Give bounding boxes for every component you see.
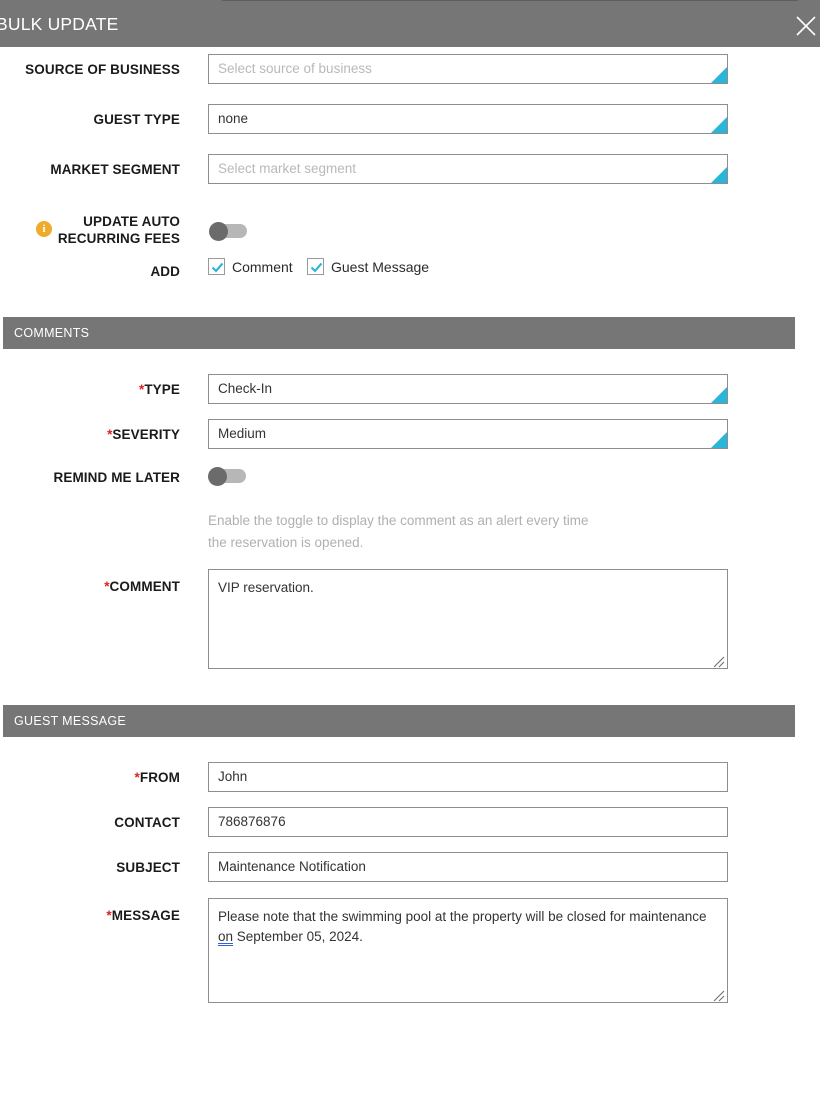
comment-severity-value: Medium bbox=[218, 426, 267, 441]
chevron-down-icon bbox=[711, 387, 727, 403]
chevron-down-icon bbox=[711, 67, 727, 83]
from-input[interactable]: John bbox=[208, 762, 728, 792]
label-comment-type-text: TYPE bbox=[144, 382, 180, 397]
chevron-down-icon bbox=[711, 432, 727, 448]
section-header-guest-message: GUEST MESSAGE bbox=[3, 705, 795, 737]
chevron-down-icon bbox=[711, 167, 727, 183]
checkbox-comment[interactable]: Comment bbox=[208, 258, 293, 275]
remind-me-later-helper-text: Enable the toggle to display the comment… bbox=[208, 510, 648, 554]
checkbox-guest-message-box bbox=[307, 258, 324, 275]
comment-type-value: Check-In bbox=[218, 381, 273, 396]
grammar-flagged-word[interactable]: on bbox=[218, 929, 233, 944]
resize-handle[interactable] bbox=[713, 988, 725, 1002]
update-auto-recurring-fees-toggle[interactable] bbox=[209, 222, 247, 241]
label-remind-me-later: REMIND ME LATER bbox=[53, 470, 180, 485]
from-input-value: John bbox=[218, 769, 248, 784]
comment-severity-select[interactable]: Medium bbox=[208, 419, 728, 449]
remind-me-later-toggle[interactable] bbox=[208, 467, 246, 486]
label-comment-severity: *SEVERITY bbox=[0, 426, 180, 443]
source-of-business-value: Select source of business bbox=[218, 61, 372, 76]
market-segment-select[interactable]: Select market segment bbox=[208, 154, 728, 184]
section-header-comments-title: COMMENTS bbox=[14, 326, 90, 340]
modal-title: BULK UPDATE bbox=[0, 14, 119, 34]
label-message-text: MESSAGE bbox=[111, 908, 180, 923]
label-update-auto-recurring-fees-line1: UPDATE AUTO bbox=[83, 214, 180, 229]
checkbox-comment-label: Comment bbox=[232, 258, 293, 275]
checkbox-guest-message[interactable]: Guest Message bbox=[307, 258, 429, 275]
label-update-auto-recurring-fees: UPDATE AUTO RECURRING FEES bbox=[0, 213, 180, 247]
comment-type-select[interactable]: Check-In bbox=[208, 374, 728, 404]
comment-textarea-value: VIP reservation. bbox=[218, 580, 314, 595]
checkbox-guest-message-label: Guest Message bbox=[331, 258, 430, 275]
message-text-after: September 05, 2024. bbox=[233, 929, 363, 944]
label-from: *FROM bbox=[0, 769, 180, 786]
label-comment: *COMMENT bbox=[0, 578, 180, 595]
chevron-down-icon bbox=[711, 117, 727, 133]
modal-header: BULK UPDATE bbox=[0, 3, 820, 47]
message-text-before: Please note that the swimming pool at th… bbox=[218, 909, 707, 924]
comment-textarea[interactable]: VIP reservation. bbox=[208, 569, 728, 669]
guest-type-value: none bbox=[218, 111, 249, 126]
helper-line-2: the reservation is opened. bbox=[208, 535, 364, 550]
section-header-guest-message-title: GUEST MESSAGE bbox=[14, 714, 127, 728]
label-comment-type: *TYPE bbox=[0, 381, 180, 398]
label-comment-text: COMMENT bbox=[109, 579, 180, 594]
source-of-business-select[interactable]: Select source of business bbox=[208, 54, 728, 84]
label-message: *MESSAGE bbox=[0, 907, 180, 924]
label-subject: SUBJECT bbox=[116, 860, 180, 875]
contact-input-value: 786876876 bbox=[218, 814, 286, 829]
guest-type-select[interactable]: none bbox=[208, 104, 728, 134]
toggle-knob bbox=[208, 467, 227, 486]
label-market-segment: MARKET SEGMENT bbox=[50, 162, 180, 177]
market-segment-value: Select market segment bbox=[218, 161, 357, 176]
section-header-comments: COMMENTS bbox=[3, 317, 795, 349]
helper-line-1: Enable the toggle to display the comment… bbox=[208, 513, 589, 528]
message-textarea[interactable]: Please note that the swimming pool at th… bbox=[208, 898, 728, 1003]
resize-handle[interactable] bbox=[713, 654, 725, 668]
checkbox-comment-box bbox=[208, 258, 225, 275]
label-from-text: FROM bbox=[139, 770, 180, 785]
close-icon[interactable] bbox=[794, 14, 818, 38]
modal-body: SOURCE OF BUSINESS Select source of busi… bbox=[0, 47, 820, 1101]
bulk-update-modal: BULK UPDATE SOURCE OF BUSINESS Select so… bbox=[0, 0, 820, 1101]
label-contact: CONTACT bbox=[114, 815, 180, 830]
label-source-of-business: SOURCE OF BUSINESS bbox=[25, 62, 180, 77]
contact-input[interactable]: 786876876 bbox=[208, 807, 728, 837]
label-guest-type: GUEST TYPE bbox=[93, 112, 180, 127]
label-update-auto-recurring-fees-line2: RECURRING FEES bbox=[57, 231, 180, 246]
subject-input-value: Maintenance Notification bbox=[218, 859, 366, 874]
label-add: ADD bbox=[150, 264, 180, 279]
modal-top-divider bbox=[222, 0, 798, 1]
toggle-knob bbox=[209, 222, 228, 241]
label-comment-severity-text: SEVERITY bbox=[112, 427, 180, 442]
subject-input[interactable]: Maintenance Notification bbox=[208, 852, 728, 882]
